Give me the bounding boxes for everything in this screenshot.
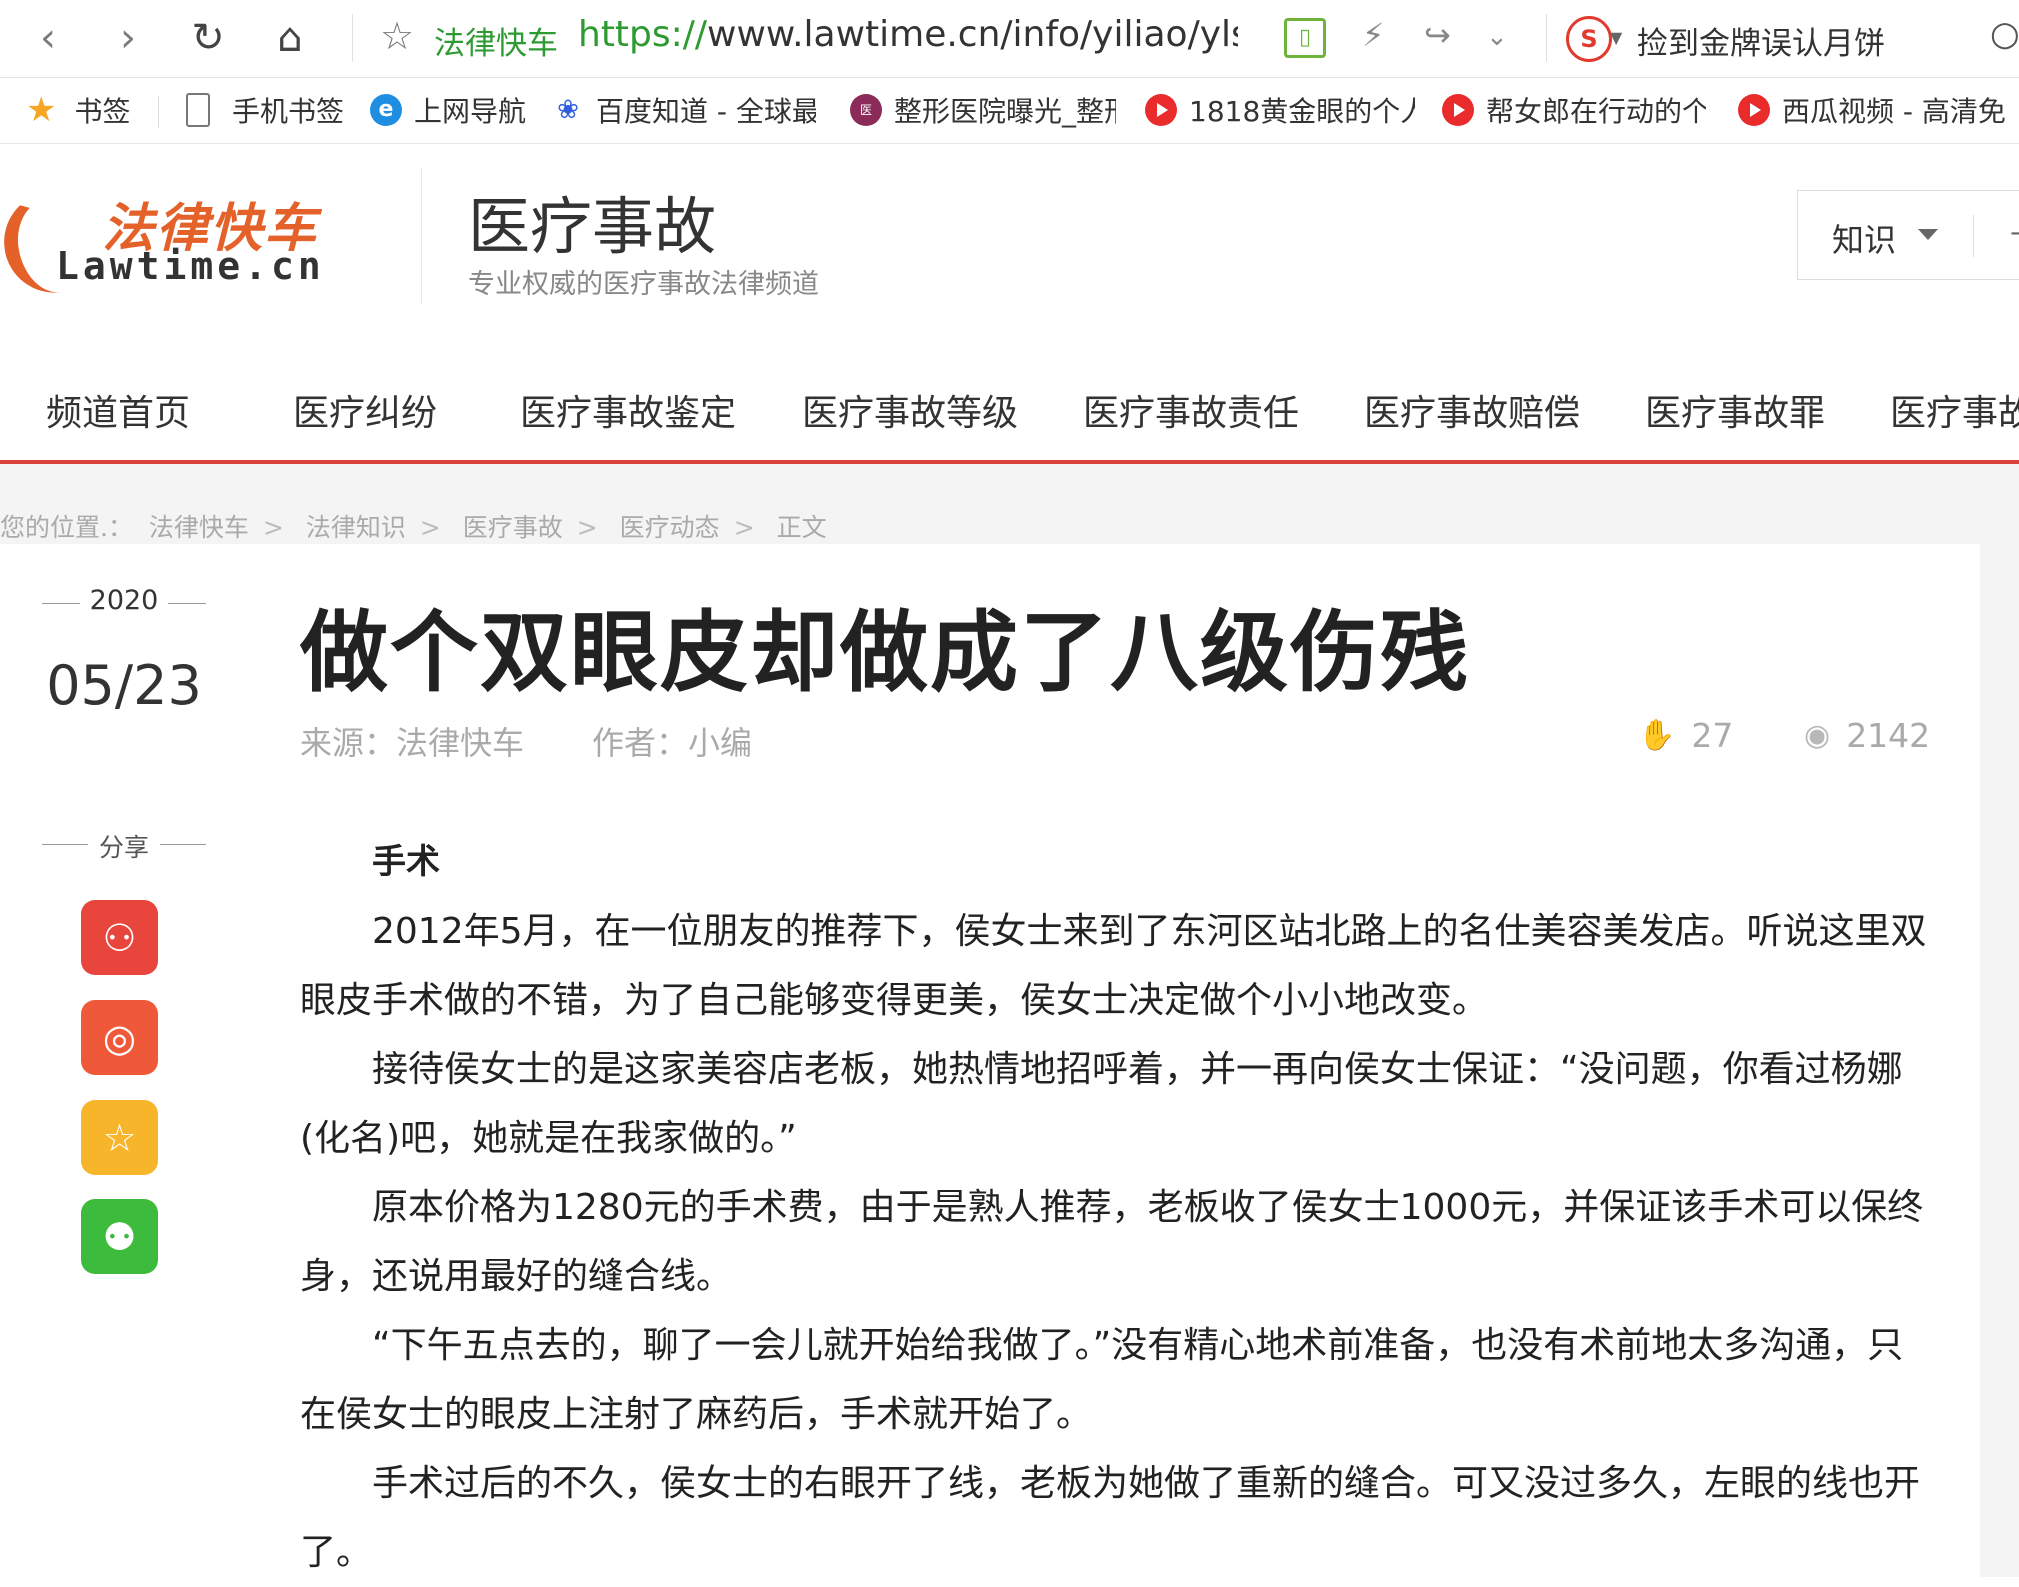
search-icon[interactable]: ○ bbox=[1990, 14, 2019, 54]
address-bar[interactable]: https://www.lawtime.cn/info/yiliao/ylsgx… bbox=[578, 14, 1238, 55]
home-icon[interactable]: ⌂ bbox=[262, 10, 318, 66]
url-path: www.lawtime.cn/info/yiliao/ylsgxw/2 bbox=[707, 14, 1238, 55]
article-source: 来源：法律快车 bbox=[300, 724, 525, 762]
back-icon[interactable]: ‹ bbox=[20, 10, 76, 66]
article-paragraph: 原本价格为1280元的手术费，由于是熟人推荐，老板收了侯女士1000元，并保证该… bbox=[300, 1187, 1924, 1297]
bookmark-label: 整形医院曝光_整形 bbox=[894, 95, 1116, 128]
xigua-icon bbox=[1145, 94, 1177, 126]
view-count: 2142 bbox=[1846, 716, 1931, 755]
article-paragraph: 接待侯女士的是这家美容店老板，她热情地招呼着，并一再向侯女士保证：“没问题，你看… bbox=[300, 1049, 1903, 1159]
search-input[interactable]: 捡到金牌误认月饼 bbox=[1637, 18, 1885, 63]
bookmark-item[interactable]: ❀ 百度知道 - 全球最 bbox=[552, 88, 816, 132]
thumbs-up-icon: ✋ bbox=[1638, 718, 1676, 753]
bookmark-label: 上网导航 bbox=[414, 95, 527, 128]
like-counter[interactable]: ✋ 27 bbox=[1638, 716, 1733, 755]
nav-item-more[interactable]: 医疗事故 bbox=[1890, 384, 2019, 436]
bookmark-label: 百度知道 - 全球最 bbox=[596, 95, 816, 128]
baidu-icon: ❀ bbox=[552, 94, 584, 126]
share-label: 分享 bbox=[42, 828, 206, 864]
publish-year: 2020 bbox=[42, 585, 206, 616]
article-subheading: 手术 bbox=[372, 842, 440, 882]
site-logo[interactable]: 法律快车 Lawtime.cn bbox=[0, 180, 380, 300]
nav-item-home[interactable]: 频道首页 bbox=[46, 384, 190, 436]
star-icon[interactable]: ☆ bbox=[380, 14, 414, 58]
like-count: 27 bbox=[1691, 716, 1734, 755]
bookmark-item[interactable]: 西瓜视频 - 高清免 bbox=[1738, 88, 2008, 132]
search-toggle-icon[interactable]: – bbox=[2010, 215, 2019, 250]
bookmark-label: 1818黄金眼的个人 bbox=[1189, 95, 1415, 128]
weibo-icon[interactable]: ◎ bbox=[81, 1000, 158, 1075]
channel-subtitle: 专业权威的医疗事故法律频道 bbox=[468, 269, 819, 300]
bookmark-item[interactable]: 1818黄金眼的个人 bbox=[1145, 88, 1415, 132]
star-icon: ★ bbox=[26, 90, 57, 130]
eye-icon: ◉ bbox=[1804, 718, 1831, 753]
article-paragraph: 手术过后的不久，侯女士的右眼开了线，老板为她做了重新的缝合。可又没过多久，左眼的… bbox=[300, 1463, 1921, 1573]
forward-icon[interactable]: › bbox=[100, 10, 156, 66]
caret-down-icon[interactable]: ▼ bbox=[1610, 28, 1622, 47]
bookmark-label: 帮女郎在行动的个 bbox=[1486, 95, 1706, 128]
bookmark-label: 书签 bbox=[74, 95, 131, 128]
breadcrumb-item: 正文 bbox=[776, 513, 827, 542]
publish-date: 05/23 bbox=[46, 654, 202, 717]
qzone-icon[interactable]: ☆ bbox=[81, 1100, 158, 1175]
chevron-down-icon[interactable]: ⌄ bbox=[1486, 22, 1508, 52]
bookmark-item[interactable]: 手机书签 bbox=[186, 88, 344, 132]
article-paragraph: “下午五点去的，聊了一会儿就开始给我做了。”没有精心地术前准备，也没有术前地太多… bbox=[300, 1325, 1904, 1435]
ie-icon: e bbox=[370, 94, 402, 126]
nav-item-grade[interactable]: 医疗事故等级 bbox=[802, 384, 1018, 436]
breadcrumb-item[interactable]: 法律知识 bbox=[306, 513, 406, 542]
share-icon[interactable]: ↪ bbox=[1424, 16, 1451, 54]
reader-icon[interactable]: ▯ bbox=[1284, 18, 1326, 58]
logo-en: Lawtime.cn bbox=[56, 244, 325, 288]
nav-item-crime[interactable]: 医疗事故罪 bbox=[1645, 384, 1825, 436]
article-paragraph: 2012年5月，在一位朋友的推荐下，侯女士来到了东河区站北路上的名仕美容美发店。… bbox=[300, 911, 1927, 1021]
breadcrumb: 您的位置.： 法律快车 > 法律知识 > 医疗事故 > 医疗动态 > 正文 bbox=[0, 513, 827, 542]
wechat-icon[interactable]: ⚉ bbox=[81, 1199, 158, 1274]
qq-icon[interactable]: ⚇ bbox=[81, 900, 158, 975]
bookmark-label: 手机书签 bbox=[232, 95, 345, 128]
browser-toolbar: ‹ › ↻ ⌂ ☆ 法律快车 https://www.lawtime.cn/in… bbox=[0, 0, 2019, 78]
nav-item-compensation[interactable]: 医疗事故赔偿 bbox=[1364, 384, 1580, 436]
article-title: 做个双眼皮却做成了八级伤残 bbox=[300, 601, 1471, 704]
channel-title: 医疗事故 bbox=[468, 190, 717, 263]
xigua-icon bbox=[1738, 94, 1770, 126]
article-author: 作者：小编 bbox=[592, 724, 753, 762]
site-label: 法律快车 bbox=[434, 26, 558, 62]
xigua-icon bbox=[1442, 94, 1474, 126]
lightning-icon[interactable]: ⚡ bbox=[1362, 16, 1384, 54]
bookmark-item[interactable]: ★ 书签 bbox=[26, 88, 131, 132]
view-counter: ◉ 2142 bbox=[1804, 716, 1930, 755]
bookmark-item[interactable]: e 上网导航 bbox=[370, 88, 526, 132]
phone-icon bbox=[186, 93, 210, 127]
nav-item-liability[interactable]: 医疗事故责任 bbox=[1083, 384, 1299, 436]
dropdown-label: 知识 bbox=[1832, 221, 1897, 259]
sogou-icon[interactable]: S bbox=[1566, 16, 1612, 62]
bookmarks-bar: ★ 书签 手机书签 e 上网导航 ❀ 百度知道 - 全球最 医整形医院曝光_整形 18… bbox=[0, 78, 2019, 144]
article-body: 手术 2012年5月，在一位朋友的推荐下，侯女士来到了东河区站北路上的名仕美容美… bbox=[300, 828, 1928, 1587]
nav-item-appraisal[interactable]: 医疗事故鉴定 bbox=[520, 384, 736, 436]
reload-icon[interactable]: ↻ bbox=[180, 10, 236, 66]
caret-down-icon bbox=[1918, 229, 1938, 240]
bookmark-label: 西瓜视频 - 高清免 bbox=[1782, 95, 2006, 128]
breadcrumb-prefix: 您的位置.： bbox=[0, 513, 133, 542]
bookmark-item[interactable]: 帮女郎在行动的个 bbox=[1442, 88, 1706, 132]
knowledge-dropdown[interactable]: 知识 – bbox=[1797, 190, 2019, 280]
bookmark-item[interactable]: 医整形医院曝光_整形 bbox=[850, 88, 1116, 132]
breadcrumb-item[interactable]: 医疗动态 bbox=[620, 513, 720, 542]
breadcrumb-item[interactable]: 医疗事故 bbox=[463, 513, 563, 542]
hospital-icon: 医 bbox=[850, 94, 882, 126]
channel-nav: 频道首页 医疗纠纷 医疗事故鉴定 医疗事故等级 医疗事故责任 医疗事故赔偿 医疗… bbox=[0, 370, 2019, 464]
breadcrumb-item[interactable]: 法律快车 bbox=[149, 513, 249, 542]
nav-item-dispute[interactable]: 医疗纠纷 bbox=[293, 384, 437, 436]
url-scheme: https:// bbox=[578, 14, 708, 55]
